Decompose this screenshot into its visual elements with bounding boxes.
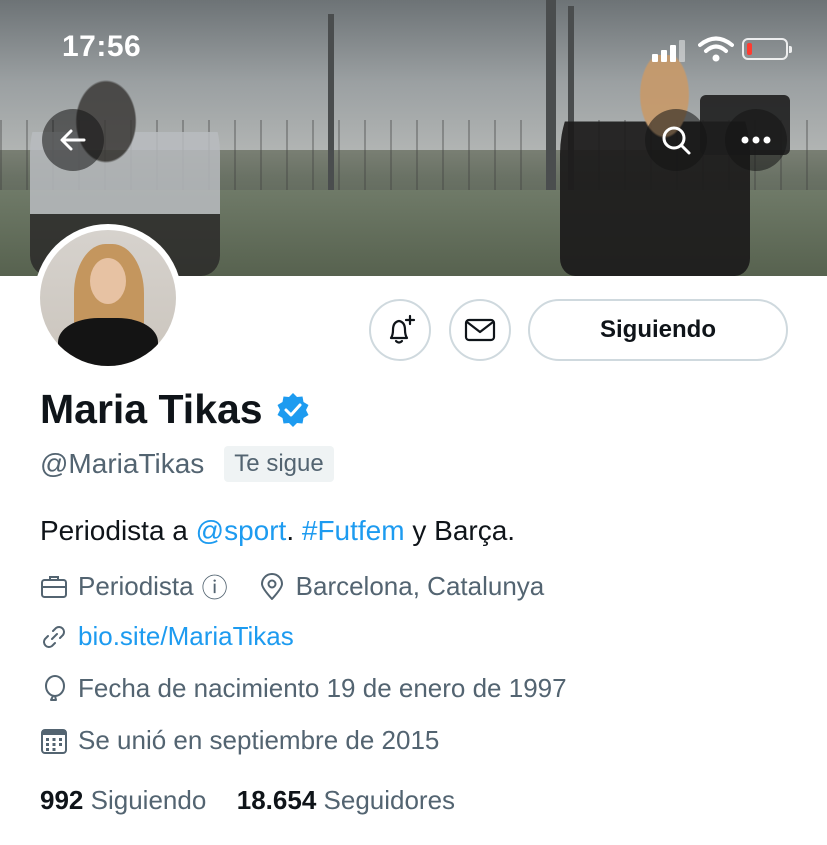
birthdate-label: Fecha de nacimiento 19 de enero de 1997 <box>78 673 567 703</box>
search-button[interactable] <box>645 109 707 171</box>
following-count: 992 <box>40 785 84 815</box>
status-bar: 17:56 <box>0 0 827 95</box>
joined-date-label: Se unió en septiembre de 2015 <box>78 725 440 755</box>
cellular-signal-icon <box>652 40 688 62</box>
bio-mention-link[interactable]: @sport <box>196 515 287 546</box>
more-options-button[interactable] <box>725 109 787 171</box>
following-stat-label: Siguiendo <box>90 785 207 815</box>
website-link[interactable]: bio.site/MariaTikas <box>78 621 294 652</box>
profession-label: Periodista <box>78 571 194 601</box>
followers-stat-label: Seguidores <box>323 785 456 815</box>
following-stat[interactable]: 992 Siguiendo <box>40 785 206 815</box>
handle-row: @MariaTikas Te sigue <box>40 446 334 482</box>
more-horizontal-icon <box>741 136 771 144</box>
battery-icon <box>742 38 792 60</box>
follow-stats: 992 Siguiendo 18.654 Seguidores <box>40 785 455 816</box>
bell-plus-icon <box>389 314 416 344</box>
location-label: Barcelona, Catalunya <box>295 571 545 601</box>
wifi-icon <box>698 36 734 62</box>
back-button[interactable] <box>42 109 104 171</box>
following-button[interactable]: Siguiendo <box>528 299 788 361</box>
arrow-left-icon <box>60 129 86 151</box>
profile-meta-row: Fecha de nacimiento 19 de enero de 1997 <box>40 673 567 704</box>
verified-badge-icon[interactable] <box>275 392 311 428</box>
bio-text: y Barça. <box>404 515 516 546</box>
avatar-photo <box>40 230 176 366</box>
name-row: Maria Tikas <box>40 386 311 433</box>
calendar-icon <box>41 728 67 754</box>
briefcase-icon <box>41 575 67 598</box>
profile-meta-row: bio.site/MariaTikas <box>40 621 294 652</box>
profile-bio: Periodista a @sport. #Futfem y Barça. <box>40 515 515 547</box>
bio-text: . <box>286 515 302 546</box>
profile-avatar[interactable] <box>34 224 182 372</box>
display-name: Maria Tikas <box>40 386 263 432</box>
location-pin-icon <box>260 572 283 600</box>
envelope-icon <box>464 318 496 342</box>
info-icon[interactable]: ⓘ <box>202 568 228 605</box>
status-time: 17:56 <box>62 30 142 63</box>
profile-meta-row: Periodista ⓘ Barcelona, Catalunya <box>40 568 544 605</box>
followers-stat[interactable]: 18.654 Seguidores <box>237 785 455 815</box>
profile-handle: @MariaTikas <box>40 448 205 479</box>
bio-hashtag-link[interactable]: #Futfem <box>302 515 405 546</box>
message-button[interactable] <box>449 299 511 361</box>
search-icon <box>662 126 691 155</box>
notifications-button[interactable] <box>369 299 431 361</box>
balloon-icon <box>45 674 65 701</box>
link-icon <box>43 625 65 648</box>
profile-meta-row: Se unió en septiembre de 2015 <box>40 725 439 756</box>
bio-text: Periodista a <box>40 515 196 546</box>
follows-you-badge: Te sigue <box>224 446 334 482</box>
followers-count: 18.654 <box>236 785 317 815</box>
